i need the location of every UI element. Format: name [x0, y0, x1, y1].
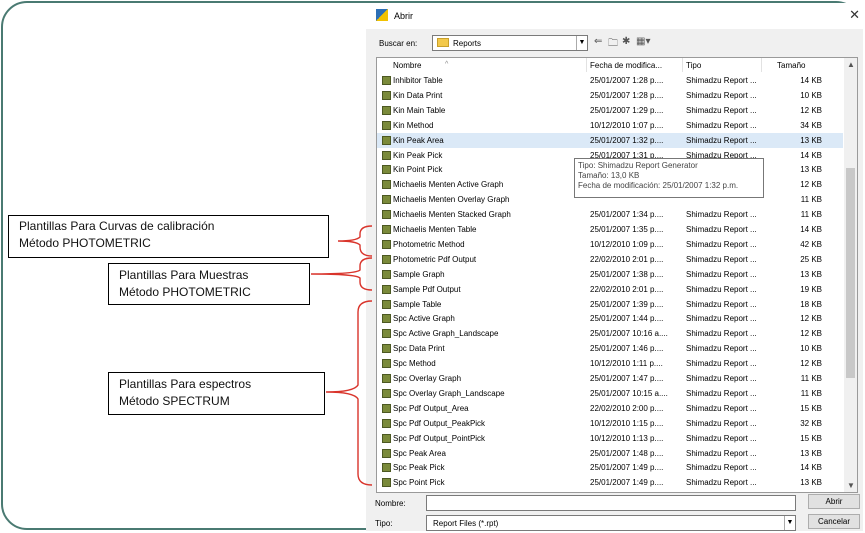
bracket-calibration: [337, 225, 373, 257]
bracket-spectrum: [325, 300, 373, 486]
bracket-overlay: [310, 225, 373, 486]
bracket-samples: [310, 257, 373, 291]
